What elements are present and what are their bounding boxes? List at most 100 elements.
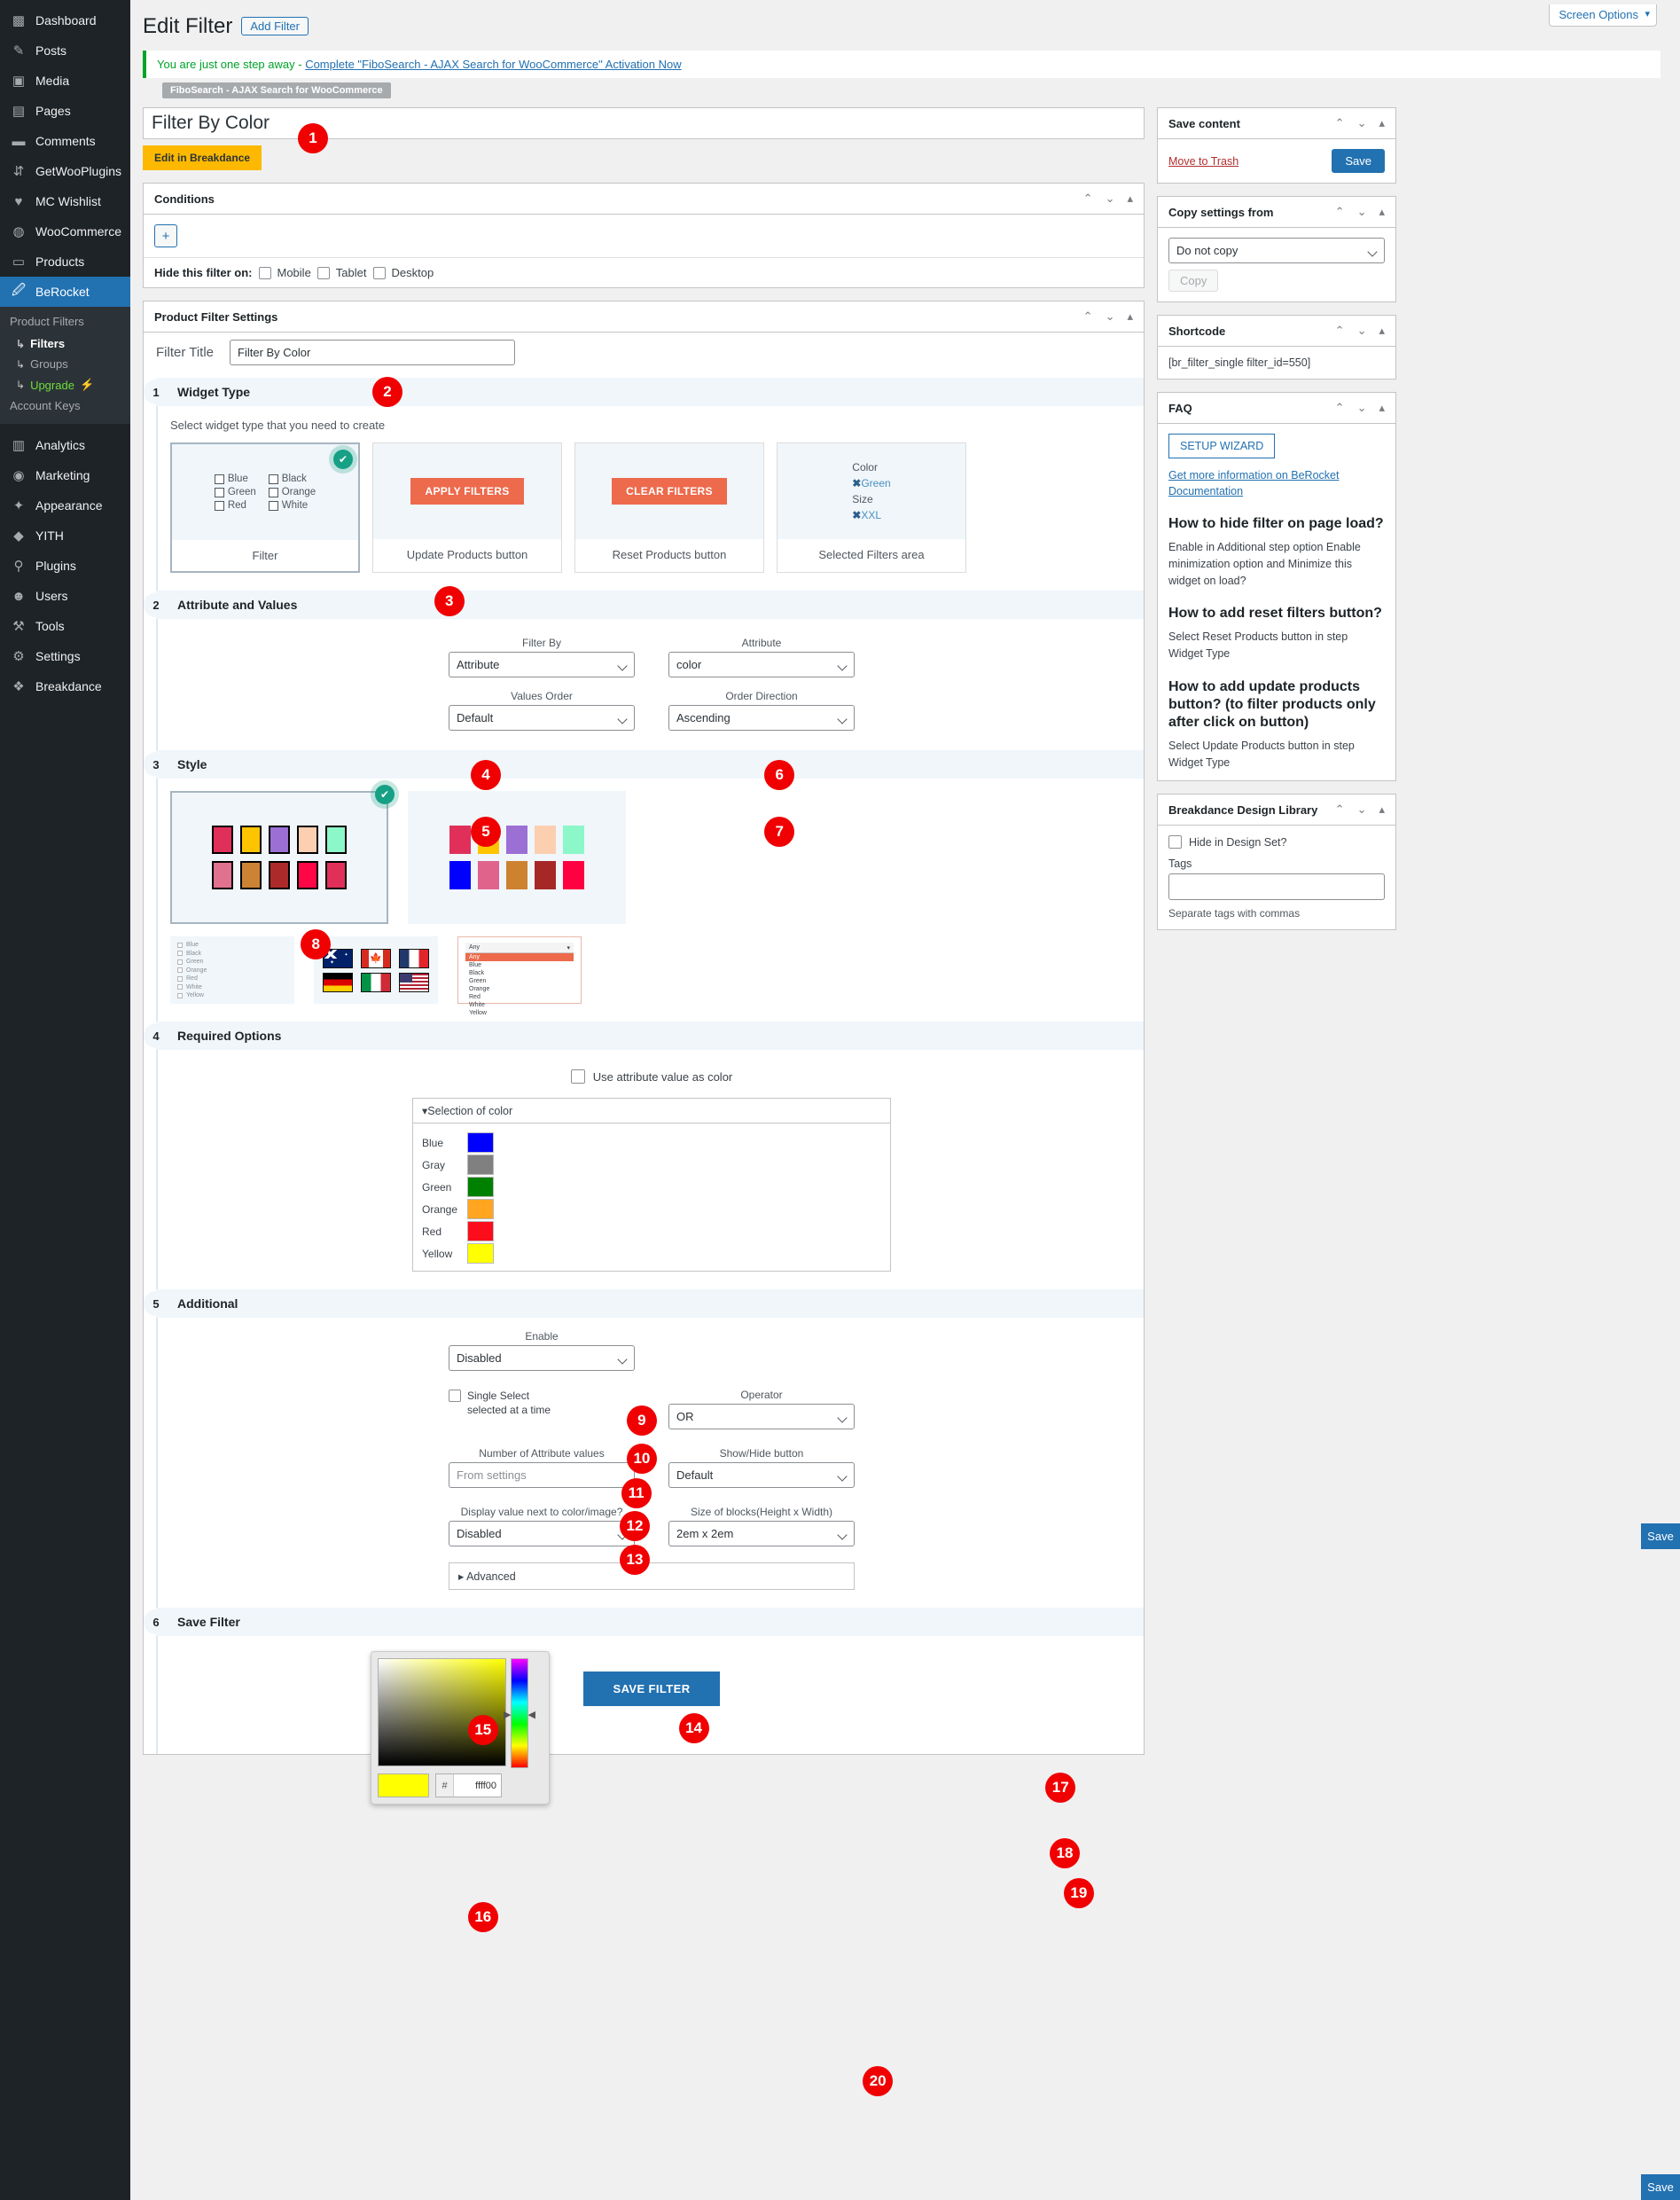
dropdown-option[interactable]: Blue <box>465 961 574 969</box>
color-swatch[interactable] <box>325 861 347 890</box>
color-swatch[interactable] <box>506 826 527 855</box>
color-chip-orange[interactable] <box>467 1199 494 1220</box>
notice-link[interactable]: Complete "FiboSearch - AJAX Search for W… <box>305 58 681 71</box>
sidebar-item-dashboard[interactable]: ▩ Dashboard <box>0 5 130 35</box>
color-swatch[interactable] <box>325 826 347 855</box>
color-swatch[interactable] <box>563 826 584 855</box>
toggle-panel-icon[interactable]: ▴ <box>1379 802 1385 817</box>
hide-in-design-set-checkbox[interactable] <box>1168 835 1182 849</box>
operator-select[interactable]: OR <box>668 1404 855 1430</box>
widget-card-update-products[interactable]: APPLY FILTERS Update Products button <box>372 442 562 574</box>
selection-of-color-header[interactable]: ▾Selection of color <box>413 1099 890 1124</box>
copy-settings-select[interactable]: Do not copy <box>1168 238 1385 264</box>
screen-options-button[interactable]: Screen Options <box>1549 4 1657 27</box>
saturation-value-area[interactable] <box>378 1658 506 1766</box>
widget-card-filter[interactable]: ✔ Blue Black Green Orange Red White Filt… <box>170 442 360 574</box>
color-chip-yellow[interactable] <box>467 1243 494 1264</box>
showhide-select[interactable]: Default <box>668 1462 855 1489</box>
color-picker-popup[interactable]: ▶ ◀ # ffff00 <box>371 1651 550 1805</box>
toggle-panel-icon[interactable]: ▴ <box>1379 324 1385 338</box>
style-list-item[interactable]: Blue <box>177 942 287 948</box>
submenu-item-upgrade[interactable]: ↳ Upgrade ⚡ <box>0 374 130 395</box>
edit-in-breakdance-button[interactable]: Edit in Breakdance <box>143 145 262 171</box>
hex-input-group[interactable]: # ffff00 <box>435 1773 502 1797</box>
single-select-checkbox[interactable] <box>449 1390 461 1403</box>
color-swatch[interactable] <box>449 826 471 855</box>
style-list-item[interactable]: Orange <box>177 967 287 974</box>
sidebar-item-products[interactable]: ▭ Products <box>0 247 130 277</box>
widget-card-selected-filters[interactable]: Color ✖Green Size ✖XXL Selected Filters … <box>777 442 966 574</box>
move-up-icon[interactable]: ⌃ <box>1335 802 1345 817</box>
move-up-icon[interactable]: ⌃ <box>1083 192 1093 206</box>
color-swatch[interactable] <box>240 861 262 890</box>
submenu-item-filters[interactable]: ↳ Filters <box>0 333 130 354</box>
style-list-item[interactable]: Red <box>177 975 287 982</box>
sidebar-item-marketing[interactable]: ◉ Marketing <box>0 460 130 490</box>
sidebar-item-getwooplugins[interactable]: ⇵ GetWooPlugins <box>0 156 130 186</box>
floating-save-button-1[interactable]: Save <box>1641 1523 1680 1549</box>
dropdown-option[interactable]: White <box>465 1001 574 1009</box>
display-select[interactable]: Disabled <box>449 1521 635 1547</box>
dropdown-option[interactable]: Green <box>465 977 574 985</box>
sidebar-item-woocommerce[interactable]: ◍ WooCommerce <box>0 216 130 247</box>
add-condition-button[interactable]: + <box>154 224 177 248</box>
sidebar-item-comments[interactable]: ▬ Comments <box>0 126 130 156</box>
move-down-icon[interactable]: ⌄ <box>1357 205 1367 219</box>
filter-title-field[interactable]: Filter By Color <box>230 340 516 366</box>
sidebar-item-analytics[interactable]: ▥ Analytics <box>0 430 130 460</box>
color-swatch[interactable] <box>535 861 556 890</box>
style-card-dropdown[interactable]: Any ▾ Any Blue Black Green Orange Red White Yell… <box>457 936 582 1016</box>
move-up-icon[interactable]: ⌃ <box>1335 116 1345 130</box>
dropdown-option[interactable]: Any <box>465 953 574 962</box>
hue-slider[interactable]: ▶ ◀ <box>504 1658 535 1768</box>
sidebar-item-breakdance[interactable]: ❖ Breakdance <box>0 671 130 701</box>
hide-mobile-checkbox[interactable] <box>258 266 271 279</box>
toggle-panel-icon[interactable]: ▴ <box>1127 309 1133 324</box>
color-swatch[interactable] <box>212 861 233 890</box>
sidebar-item-plugins[interactable]: ⚲ Plugins <box>0 551 130 581</box>
add-filter-button[interactable]: Add Filter <box>241 17 309 36</box>
move-down-icon[interactable]: ⌄ <box>1357 401 1367 415</box>
color-chip-green[interactable] <box>467 1177 494 1198</box>
sidebar-item-settings[interactable]: ⚙ Settings <box>0 641 130 671</box>
color-swatch[interactable] <box>297 861 318 890</box>
number-input[interactable]: From settings <box>449 1462 635 1489</box>
color-swatch[interactable] <box>297 826 318 855</box>
color-swatch[interactable] <box>478 861 499 890</box>
submenu-section-account-keys[interactable]: Account Keys <box>0 395 130 418</box>
sidebar-item-mc wishlist[interactable]: ♥ MC Wishlist <box>0 186 130 216</box>
sidebar-item-tools[interactable]: ⚒ Tools <box>0 611 130 641</box>
sidebar-item-pages[interactable]: ▤ Pages <box>0 96 130 126</box>
color-swatch[interactable] <box>269 861 290 890</box>
move-up-icon[interactable]: ⌃ <box>1335 205 1345 219</box>
order-direction-select[interactable]: Ascending <box>668 705 855 732</box>
style-list-item[interactable]: Black <box>177 951 287 957</box>
move-down-icon[interactable]: ⌄ <box>1357 802 1367 817</box>
submenu-item-groups[interactable]: ↳ Groups <box>0 354 130 374</box>
use-attribute-checkbox[interactable] <box>570 1069 585 1084</box>
style-card-plain-swatches[interactable] <box>408 791 626 925</box>
color-chip-blue[interactable] <box>467 1132 494 1154</box>
toggle-panel-icon[interactable]: ▴ <box>1379 116 1385 130</box>
shortcode-value[interactable]: [br_filter_single filter_id=550] <box>1168 356 1310 369</box>
style-card-bordered-swatches[interactable]: ✔ <box>170 785 395 925</box>
save-filter-button[interactable]: SAVE FILTER <box>582 1672 721 1707</box>
sidebar-item-posts[interactable]: ✎ Posts <box>0 35 130 66</box>
color-swatch[interactable] <box>535 826 556 855</box>
move-down-icon[interactable]: ⌄ <box>1106 309 1115 324</box>
color-swatch[interactable] <box>506 861 527 890</box>
setup-wizard-button[interactable]: SETUP WIZARD <box>1168 434 1276 459</box>
sidebar-item-appearance[interactable]: ✦ Appearance <box>0 490 130 521</box>
sidebar-item-yith[interactable]: ◆ YITH <box>0 521 130 551</box>
enable-select[interactable]: Disabled <box>449 1345 635 1372</box>
move-to-trash-link[interactable]: Move to Trash <box>1168 155 1239 168</box>
filter-title-input[interactable]: Filter By Color <box>143 107 1145 140</box>
move-up-icon[interactable]: ⌃ <box>1083 309 1093 324</box>
tags-input[interactable] <box>1168 873 1385 901</box>
style-list-item[interactable]: Yellow <box>177 992 287 998</box>
toggle-panel-icon[interactable]: ▴ <box>1379 205 1385 219</box>
values-order-select[interactable]: Default <box>449 705 635 732</box>
color-chip-gray[interactable] <box>467 1155 494 1176</box>
advanced-toggle[interactable]: ▸ Advanced <box>449 1562 855 1591</box>
documentation-link[interactable]: Get more information on BeRocket Documen… <box>1168 468 1385 499</box>
